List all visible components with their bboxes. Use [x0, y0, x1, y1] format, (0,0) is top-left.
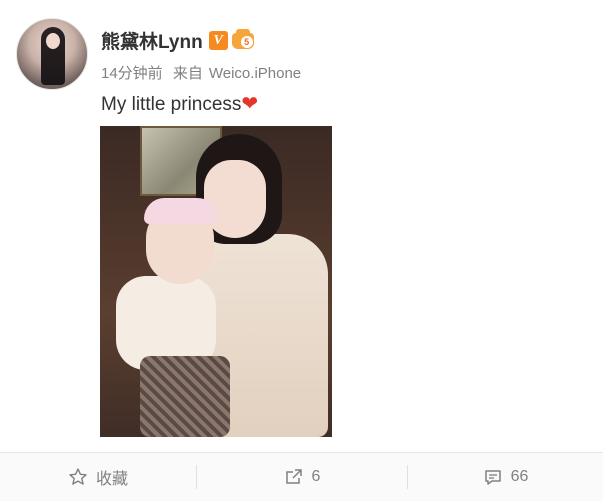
- post-meta: 14分钟前 来自 Weico.iPhone: [101, 62, 307, 83]
- repost-count: 6: [311, 468, 321, 485]
- post-text-content: My little princess: [101, 94, 242, 115]
- comment-icon: [484, 470, 501, 485]
- post-text: My little princess❤: [101, 91, 258, 116]
- author-avatar[interactable]: [16, 18, 88, 90]
- post-time[interactable]: 14分钟前: [101, 65, 163, 82]
- photo-baby-headband: [144, 198, 218, 224]
- star-icon: [69, 468, 87, 485]
- comment-button[interactable]: 66: [408, 453, 603, 501]
- action-bar: 收藏 6 66: [0, 452, 603, 501]
- heart-emoji-icon: ❤: [241, 93, 259, 115]
- avatar-face: [46, 33, 60, 49]
- verified-badge-icon: V: [208, 31, 228, 50]
- favorite-button[interactable]: 收藏: [0, 453, 196, 501]
- author-name-row: 熊黛林Lynn V 5: [101, 27, 256, 54]
- post-photo[interactable]: [100, 126, 332, 437]
- photo-baby-skirt: [140, 356, 230, 437]
- photo-mother-face: [204, 160, 266, 238]
- repost-button[interactable]: 6: [197, 453, 407, 501]
- post-source[interactable]: Weico.iPhone: [209, 65, 301, 82]
- comment-count: 66: [510, 468, 529, 485]
- author-name[interactable]: 熊黛林Lynn: [101, 27, 203, 54]
- member-level-number: 5: [240, 35, 253, 48]
- source-prefix: 来自: [172, 65, 203, 82]
- share-icon: [285, 469, 302, 484]
- member-level-icon: 5: [231, 28, 256, 51]
- favorite-label: 收藏: [95, 471, 128, 488]
